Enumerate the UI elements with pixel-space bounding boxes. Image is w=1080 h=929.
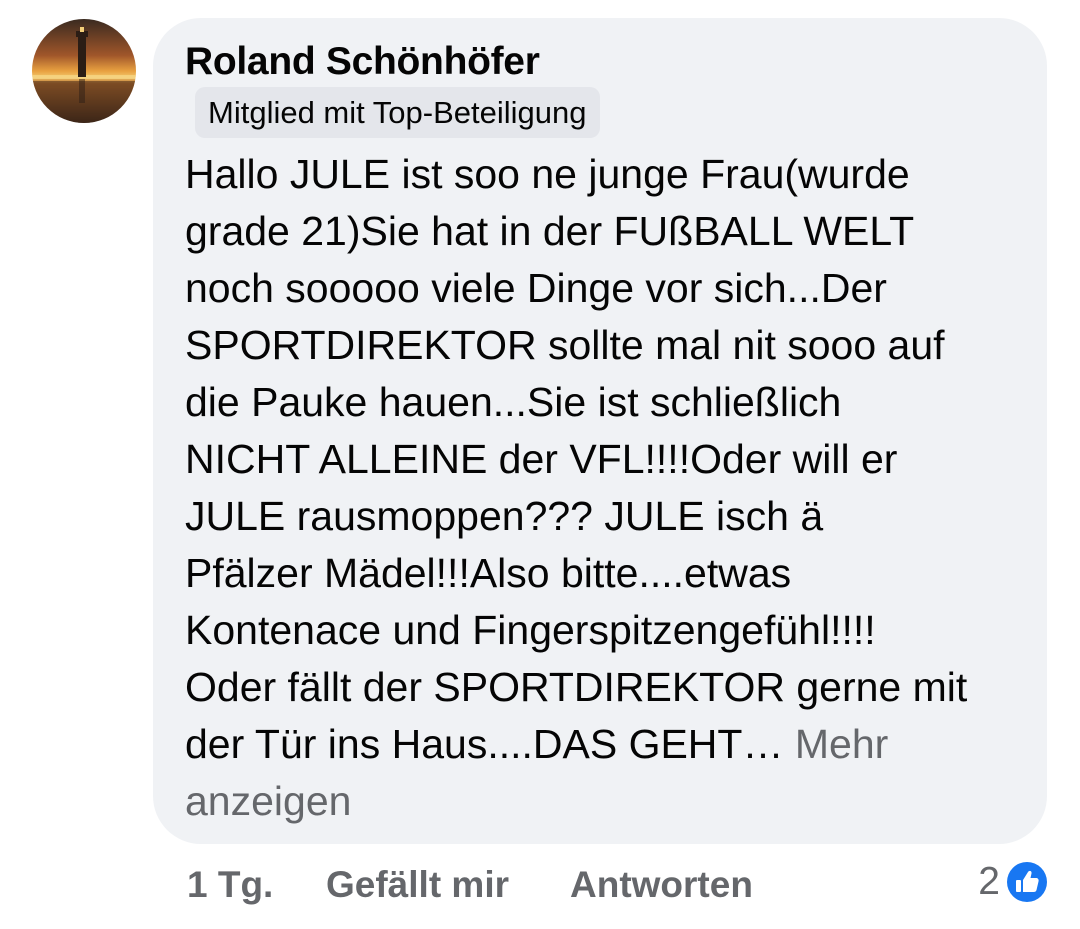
like-thumbs-up-icon bbox=[1004, 859, 1050, 905]
comment-timestamp[interactable]: 1 Tg. bbox=[187, 862, 273, 908]
comment-text: Hallo JULE ist soo ne junge Frau(wurde g… bbox=[185, 146, 1035, 830]
avatar[interactable] bbox=[32, 19, 136, 123]
comment-text-last: der Tür ins Haus....DAS GEHT… bbox=[185, 721, 784, 767]
see-more-link-continued[interactable]: anzeigen bbox=[185, 773, 1035, 830]
comment-text-line: Pfälzer Mädel!!!Also bitte....etwas bbox=[185, 550, 792, 596]
comment-text-line: die Pauke hauen...Sie ist schließlich bbox=[185, 379, 842, 425]
comment-text-line: noch sooooo viele Dinge vor sich...Der bbox=[185, 265, 887, 311]
comment-text-line: Hallo JULE ist soo ne junge Frau(wurde bbox=[185, 151, 910, 197]
like-button[interactable]: Gefällt mir bbox=[326, 862, 509, 908]
comment-text-line: grade 21)Sie hat in der FUßBALL WELT bbox=[185, 208, 915, 254]
comment-text-line: Kontenace und Fingerspitzengefühl!!!! bbox=[185, 607, 876, 653]
comment-view: Roland Schönhöfer Mitglied mit Top-Betei… bbox=[0, 0, 1080, 929]
comment-text-line: NICHT ALLEINE der VFL!!!!Oder will er bbox=[185, 436, 898, 482]
see-more-link[interactable]: Mehr bbox=[795, 721, 888, 767]
reaction-summary[interactable]: 2 bbox=[978, 857, 1050, 907]
comment-text-line: SPORTDIREKTOR sollte mal nit sooo auf bbox=[185, 322, 945, 368]
comment-text-line: Oder fällt der SPORTDIREKTOR gerne mit bbox=[185, 664, 968, 710]
member-badge[interactable]: Mitglied mit Top-Beteiligung bbox=[195, 87, 600, 138]
avatar-lighthouse-image bbox=[32, 19, 136, 123]
comment-text-line: JULE rausmoppen??? JULE isch ä bbox=[185, 493, 824, 539]
reaction-count: 2 bbox=[978, 860, 1000, 903]
comment-author-name[interactable]: Roland Schönhöfer bbox=[185, 40, 540, 84]
reply-button[interactable]: Antworten bbox=[570, 862, 753, 908]
comment-text-line: der Tür ins Haus....DAS GEHT… Mehr bbox=[185, 716, 1035, 773]
